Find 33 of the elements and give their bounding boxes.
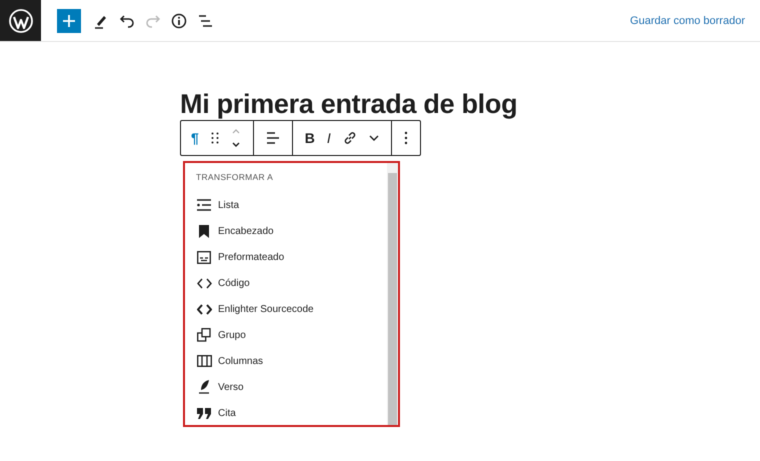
code-icon bbox=[196, 278, 212, 288]
menu-item[interactable]: Encabezado bbox=[196, 218, 387, 244]
menu-heading: TRANSFORMAR A bbox=[196, 172, 274, 182]
menu-item[interactable]: Columnas bbox=[196, 348, 387, 374]
save-draft-link[interactable]: Guardar como borrador bbox=[630, 14, 745, 26]
post-title[interactable]: Mi primera entrada de blog bbox=[180, 89, 518, 119]
menu-item[interactable]: Grupo bbox=[196, 322, 387, 348]
menu-item[interactable]: Preformateado bbox=[196, 244, 387, 270]
menu-item[interactable]: Verso bbox=[196, 374, 387, 400]
menu-item[interactable]: Lista bbox=[196, 192, 387, 218]
paragraph-button[interactable]: ¶ bbox=[191, 130, 199, 146]
add-button[interactable] bbox=[57, 8, 81, 32]
align-icon[interactable] bbox=[266, 132, 280, 144]
quote-icon bbox=[196, 408, 212, 418]
preformatted-icon bbox=[196, 250, 212, 264]
menu-item[interactable]: Cita bbox=[196, 400, 387, 426]
wordpress-logo[interactable] bbox=[0, 0, 41, 41]
plus-icon bbox=[62, 14, 76, 28]
columns-icon bbox=[196, 355, 212, 367]
code-icon bbox=[196, 304, 212, 314]
link-icon[interactable] bbox=[342, 131, 357, 145]
chevron-down-icon[interactable] bbox=[368, 135, 379, 141]
menu-item[interactable]: Código bbox=[196, 270, 387, 296]
more-options-icon[interactable] bbox=[404, 131, 408, 145]
italic-button[interactable]: I bbox=[326, 130, 331, 146]
group-icon bbox=[196, 328, 212, 342]
bookmark-icon bbox=[196, 224, 212, 238]
menu-item[interactable]: Enlighter Sourcecode bbox=[196, 296, 387, 322]
scrollbar[interactable] bbox=[387, 163, 398, 425]
bold-button[interactable]: B bbox=[304, 130, 315, 146]
feather-icon bbox=[196, 380, 212, 394]
list-icon bbox=[196, 199, 212, 211]
drag-handle-icon[interactable] bbox=[210, 132, 219, 144]
